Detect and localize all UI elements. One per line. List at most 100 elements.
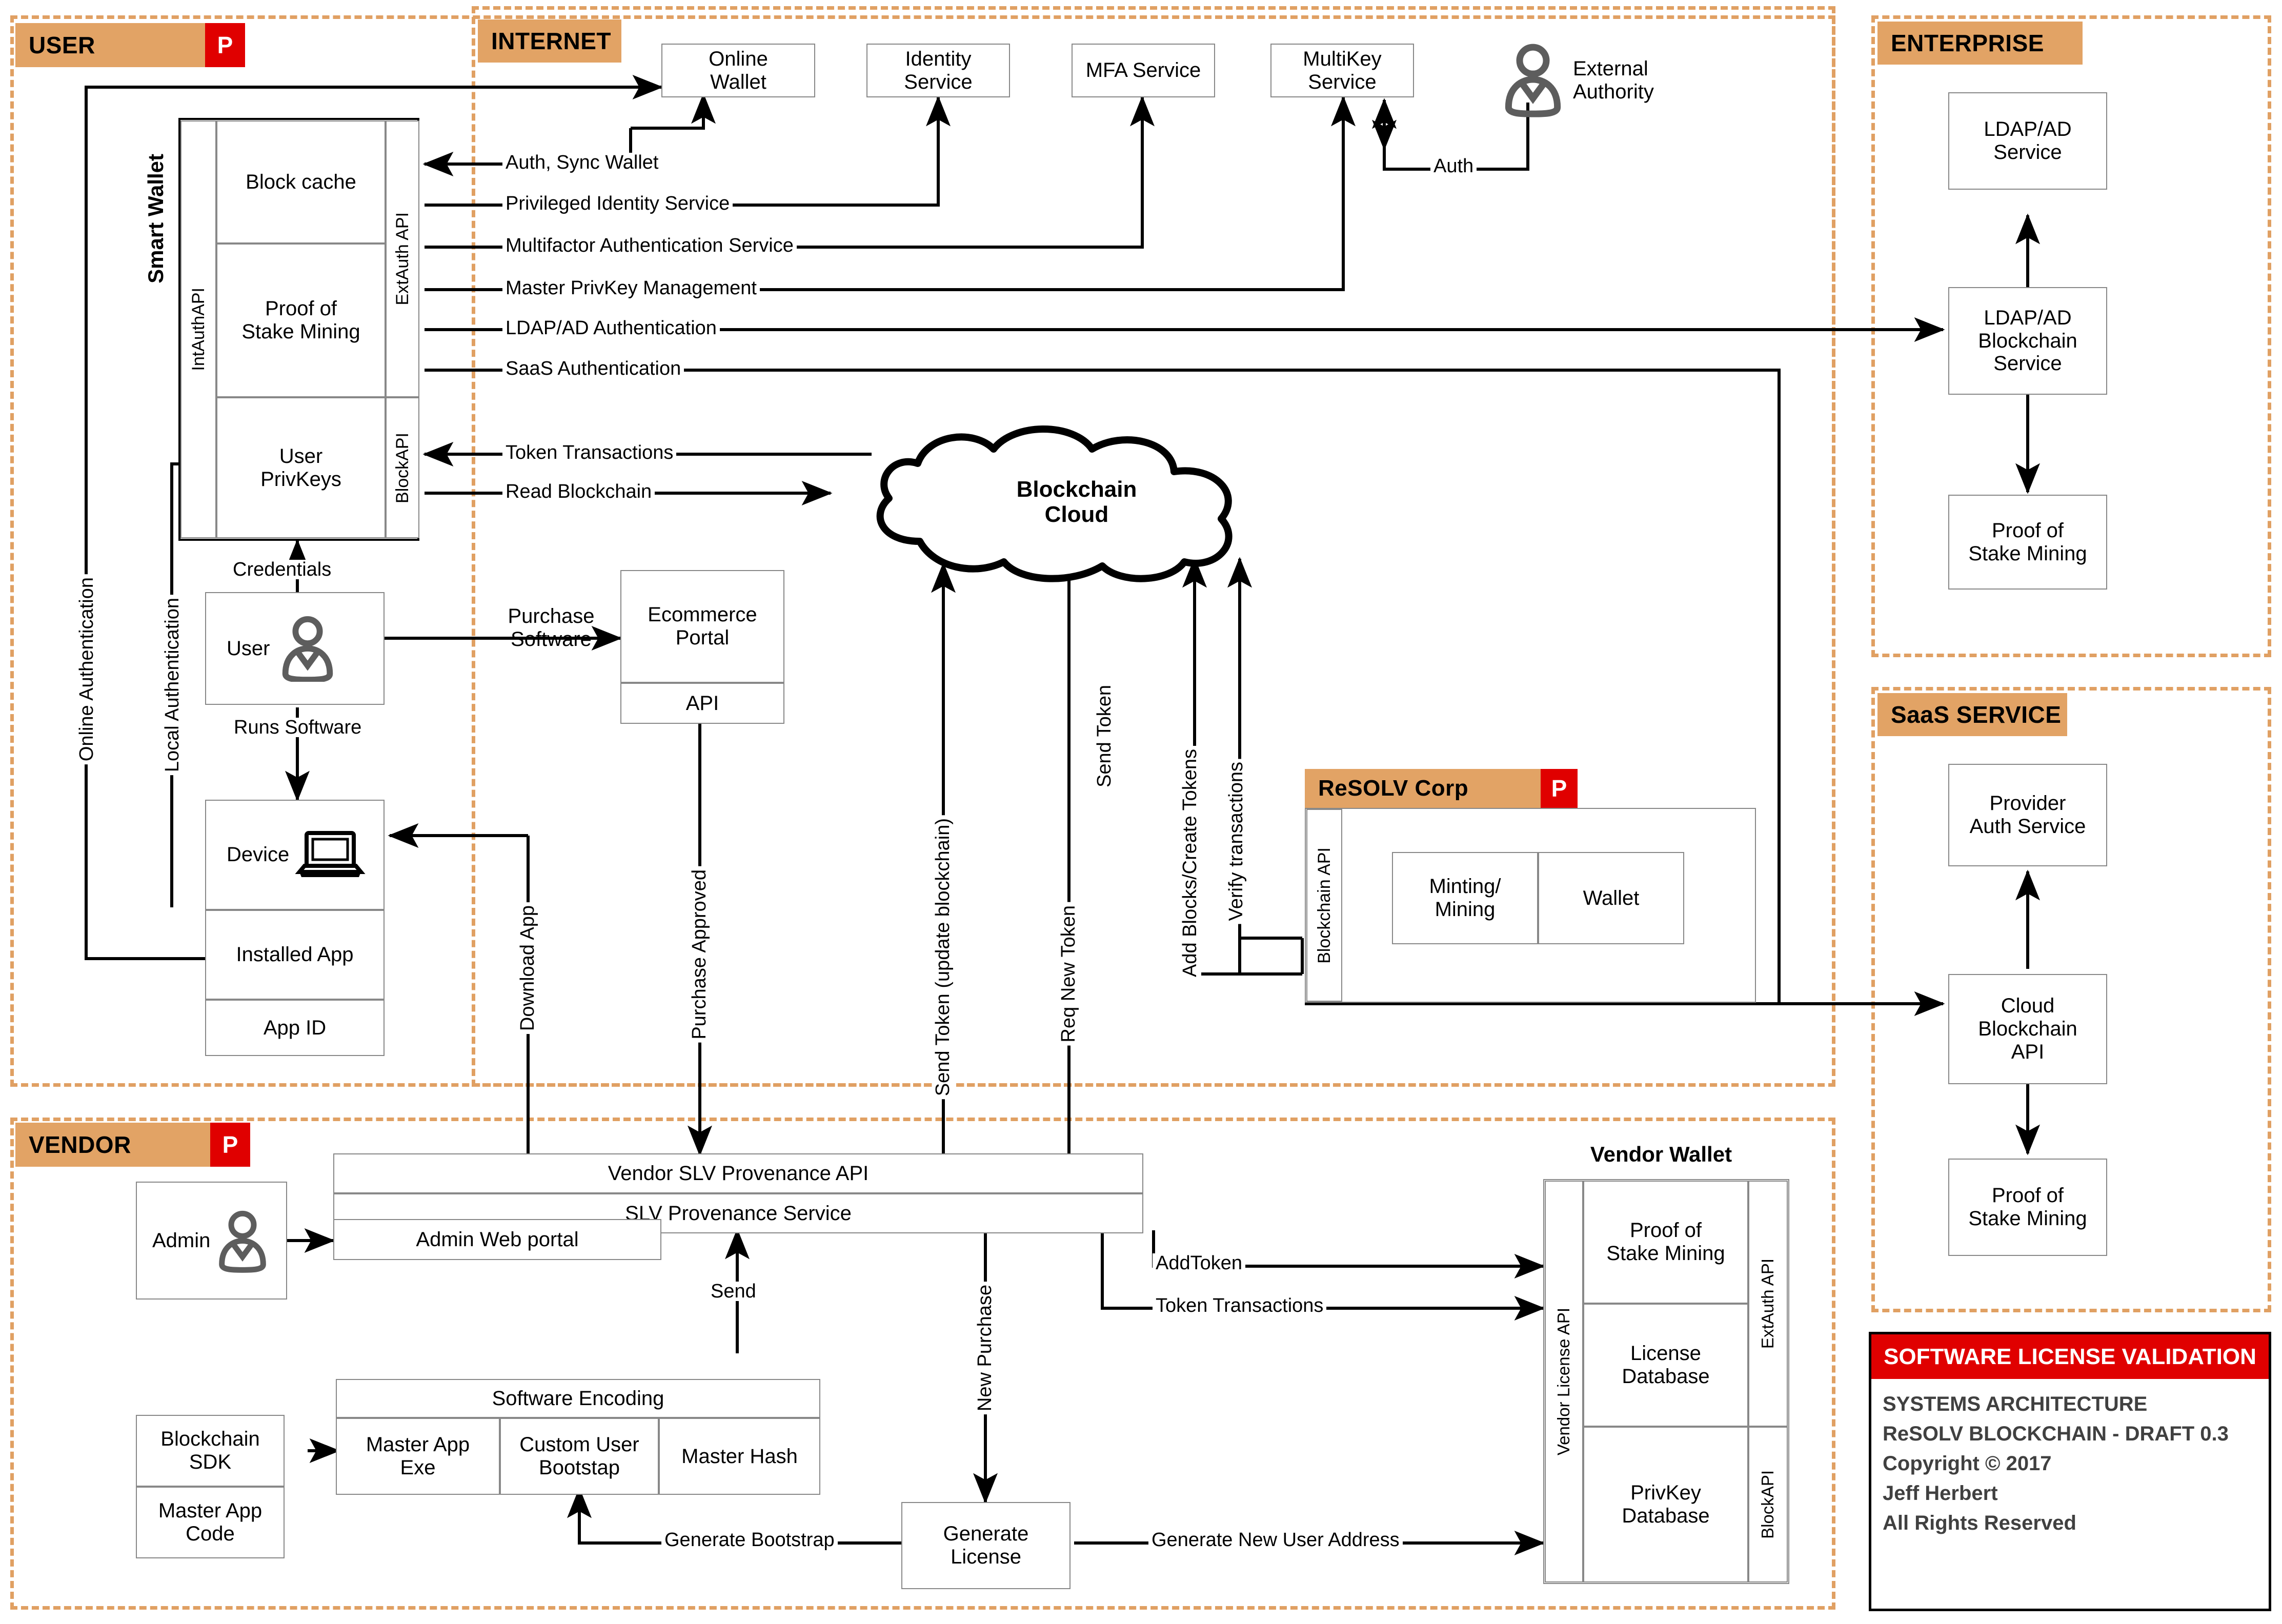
proof-of-stake-mining-label: Proof of Stake Mining <box>241 297 360 343</box>
wire-label-privileged-identity: Privileged Identity Service <box>502 194 733 213</box>
runs-software-label: Runs Software <box>231 718 365 737</box>
resolv-minting-mining: Minting/ Mining <box>1392 852 1538 944</box>
ecommerce-api-box: API <box>620 683 784 724</box>
user-box-label: User <box>227 637 270 660</box>
credentials-label: Credentials <box>230 560 335 579</box>
privkey-database-label: PrivKey Database <box>1622 1481 1710 1527</box>
wire-label-auth-sync-wallet: Auth, Sync Wallet <box>502 153 662 172</box>
title-block-heading: SOFTWARE LICENSE VALIDATION <box>1871 1334 2269 1379</box>
enterprise-proof-of-stake-mining-box: Proof of Stake Mining <box>1948 495 2107 590</box>
smart-wallet-proof-of-stake-mining: Proof of Stake Mining <box>216 243 386 397</box>
laptop-icon <box>295 830 366 877</box>
smart-wallet-int-auth-api: IntAuthAPI <box>180 120 216 538</box>
resolv-wallet: Wallet <box>1538 852 1684 944</box>
title-block-line3: Copyright © 2017 <box>1883 1452 2052 1475</box>
zone-title-resolv: ReSOLV Corp <box>1305 769 1541 808</box>
blockchain-sdk-label: Blockchain SDK <box>160 1428 260 1473</box>
generate-bootstrap-label: Generate Bootstrap <box>661 1530 838 1550</box>
external-authority-label: External Authority <box>1573 57 1654 103</box>
smart-wallet-ext-auth-api: ExtAuth API <box>386 120 419 397</box>
resolv-blockchain-api-label: Blockchain API <box>1314 847 1334 964</box>
wire-label-token-transactions: Token Transactions <box>502 443 677 462</box>
vlabel-send-token: Send Token <box>1094 682 1116 791</box>
title-block-line5: All Rights Reserved <box>1883 1512 2076 1534</box>
resolv-blockchain-api: Blockchain API <box>1306 809 1342 1002</box>
vlabel-send-token-update: Send Token (update blockchain) <box>932 815 954 1100</box>
admin-web-portal-label: Admin Web portal <box>416 1228 579 1251</box>
mfa-service-box: MFA Service <box>1072 44 1215 97</box>
wire-label-multifactor-auth: Multifactor Authentication Service <box>502 236 797 255</box>
resolv-p-badge: P <box>1541 769 1578 808</box>
online-wallet-label: Online Wallet <box>709 47 768 93</box>
title-block-body: SYSTEMS ARCHITECTURE ReSOLV BLOCKCHAIN -… <box>1871 1379 2269 1548</box>
label-send: Send <box>708 1282 759 1301</box>
vendor-license-api-box: Vendor License API <box>1545 1181 1583 1582</box>
vendor-wallet-block-api: BlockAPI <box>1748 1427 1788 1582</box>
generate-license-box: Generate License <box>901 1502 1071 1589</box>
identity-service-label: Identity Service <box>904 47 973 93</box>
master-app-code-box: Master App Code <box>136 1487 285 1558</box>
generate-new-user-address-label: Generate New User Address <box>1148 1530 1403 1550</box>
blockchain-sdk-box: Blockchain SDK <box>136 1415 285 1487</box>
installed-app-label: Installed App <box>236 943 354 966</box>
architecture-diagram: USER P INTERNET ENTERPRISE SaaS SERVICE … <box>0 0 2282 1624</box>
master-app-exe-label: Master App Exe <box>366 1433 470 1479</box>
vendor-wallet-proof-of-stake-mining: Proof of Stake Mining <box>1583 1181 1748 1304</box>
title-block: SOFTWARE LICENSE VALIDATION SYSTEMS ARCH… <box>1869 1332 2271 1611</box>
mfa-service-label: MFA Service <box>1085 59 1201 82</box>
vendor-slv-provenance-api-box: Vendor SLV Provenance API <box>333 1153 1143 1193</box>
vlabel-download-app: Download App <box>517 902 539 1034</box>
online-authentication-label: Online Authentication <box>76 574 98 765</box>
block-cache-label: Block cache <box>246 170 356 193</box>
vendor-wallet-ext-auth-api: ExtAuth API <box>1748 1181 1788 1427</box>
local-authentication-label: Local Authentication <box>161 595 184 776</box>
saas-proof-of-stake-mining-label: Proof of Stake Mining <box>1968 1184 2087 1230</box>
vendor-wallet-pos-label: Proof of Stake Mining <box>1606 1219 1725 1265</box>
zone-title-resolv-label: ReSOLV Corp <box>1318 776 1469 801</box>
cloud-blockchain-api-label: Cloud Blockchain API <box>1978 994 2077 1063</box>
vendor-ext-auth-api-label: ExtAuth API <box>1758 1258 1778 1349</box>
license-database-box: License Database <box>1583 1304 1748 1427</box>
vlabel-verify-transactions: Verify transactions <box>1225 759 1247 924</box>
vlabel-purchase-approved: Purchase Approved <box>689 866 711 1043</box>
vendor-token-transactions-label: Token Transactions <box>1153 1296 1327 1315</box>
ecommerce-portal-label: Ecommerce Portal <box>648 603 757 649</box>
admin-box: Admin <box>136 1182 287 1300</box>
vendor-block-api-label: BlockAPI <box>1758 1470 1778 1539</box>
device-box: Device <box>205 800 385 910</box>
software-encoding-label: Software Encoding <box>492 1387 664 1410</box>
user-avatar-icon <box>282 616 333 682</box>
wire-label-ldap-ad-authentication: LDAP/AD Authentication <box>502 318 720 338</box>
ldap-ad-service-box: LDAP/AD Service <box>1948 92 2107 190</box>
ldap-ad-service-label: LDAP/AD Service <box>1984 118 2072 164</box>
provider-auth-service-label: Provider Auth Service <box>1969 792 2086 838</box>
user-privkeys-label: User PrivKeys <box>260 444 341 491</box>
title-block-line4: Jeff Herbert <box>1883 1482 1998 1505</box>
online-wallet-box: Online Wallet <box>661 44 815 97</box>
auth-label: Auth <box>1430 156 1477 176</box>
wire-label-saas-authentication: SaaS Authentication <box>502 359 684 378</box>
ecommerce-api-label: API <box>685 692 719 715</box>
resolv-p-badge-label: P <box>1551 775 1567 802</box>
purchase-software-label: Purchase Software <box>508 605 595 651</box>
multikey-service-label: MultiKey Service <box>1303 47 1382 93</box>
int-auth-api-label: IntAuthAPI <box>188 288 208 371</box>
vlabel-req-new-token: Req New Token <box>1058 902 1080 1046</box>
enterprise-proof-of-stake-mining-label: Proof of Stake Mining <box>1968 519 2087 565</box>
ldap-ad-blockchain-service-label: LDAP/AD Blockchain Service <box>1978 306 2077 375</box>
smart-wallet-block-api: BlockAPI <box>386 397 419 538</box>
vlabel-new-purchase: New Purchase <box>974 1282 996 1415</box>
custom-user-bootstap-box: Custom User Bootstap <box>500 1418 659 1495</box>
app-id-box: App ID <box>205 1000 385 1056</box>
device-box-label: Device <box>227 843 290 866</box>
title-block-line1: SYSTEMS ARCHITECTURE <box>1883 1393 2148 1415</box>
generate-license-label: Generate License <box>943 1522 1029 1568</box>
ext-auth-api-label: ExtAuth API <box>392 212 412 306</box>
blockchain-cloud-label: Blockchain Cloud <box>1016 477 1137 527</box>
provider-auth-service-box: Provider Auth Service <box>1948 764 2107 866</box>
wire-label-master-privkey-mgmt: Master PrivKey Management <box>502 278 760 298</box>
title-block-line2: ReSOLV BLOCKCHAIN - DRAFT 0.3 <box>1883 1423 2229 1445</box>
installed-app-box: Installed App <box>205 910 385 1000</box>
admin-web-portal-box: Admin Web portal <box>333 1219 661 1260</box>
vlabel-add-blocks-create-tokens: Add Blocks/Create Tokens <box>1179 746 1201 980</box>
